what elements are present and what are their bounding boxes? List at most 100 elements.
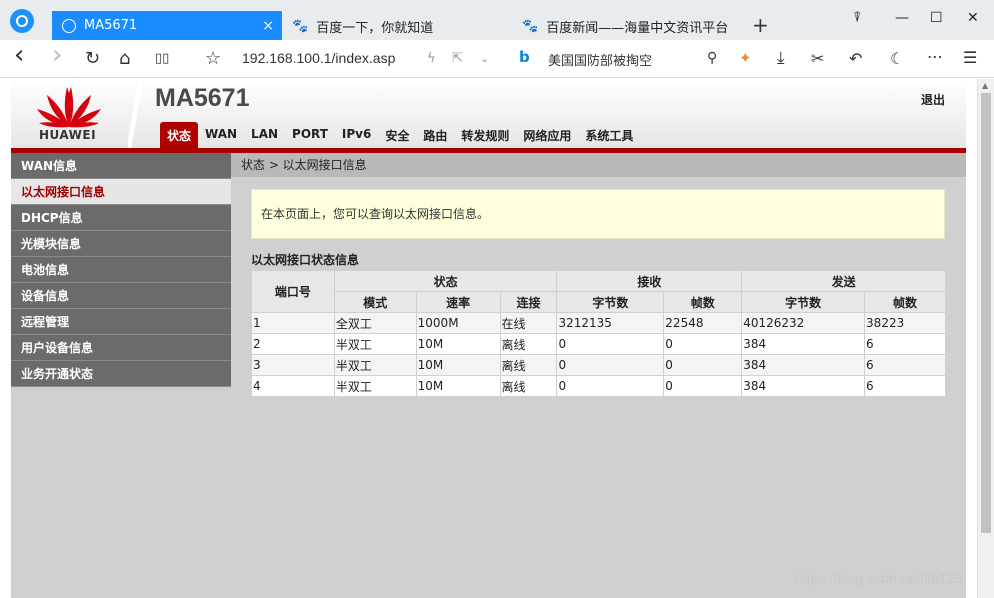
nav-security[interactable]: 安全	[378, 122, 416, 148]
search-hot-word[interactable]: 美国国防部被掏空	[548, 50, 652, 69]
chevron-down-icon[interactable]: ⌄	[480, 52, 489, 65]
cell-link: 在线	[499, 312, 558, 334]
info-notice: 在本页面上，您可以查询以太网接口信息。	[251, 189, 945, 239]
nav-status[interactable]: 状态	[160, 122, 199, 148]
cell-mode: 半双工	[333, 333, 417, 355]
more-icon[interactable]: ⋯	[927, 47, 943, 66]
tab-baidu[interactable]: 🐾 百度一下，你就知道	[292, 12, 433, 40]
tab-label: 百度新闻——海量中文资讯平台	[546, 20, 729, 36]
close-window-button[interactable]: ✕	[967, 10, 979, 26]
device-model: MA5671	[155, 84, 250, 112]
back-icon[interactable]: ‹	[14, 40, 24, 70]
cell-tx-bytes: 384	[741, 354, 866, 376]
cell-mode: 半双工	[333, 375, 417, 397]
baidu-paw-icon: 🐾	[292, 18, 309, 34]
sidebar-item-ethernet-info[interactable]: 以太网接口信息	[11, 179, 231, 205]
table-subheader-row: 模式 速率 连接 字节数 帧数 字节数 帧数	[252, 291, 946, 313]
cell-mode: 全双工	[333, 312, 417, 334]
sidebar-item-device-info[interactable]: 设备信息	[11, 283, 231, 309]
cell-rx-frames: 0	[663, 375, 743, 397]
game-icon[interactable]: ✦	[739, 49, 752, 67]
table-row: 4 半双工 10M 离线 0 0 384 6	[251, 375, 946, 397]
cell-port: 4	[251, 375, 335, 397]
nav-ipv6[interactable]: IPv6	[335, 122, 378, 148]
bing-icon[interactable]: b	[519, 48, 530, 66]
brand-name: HUAWEI	[39, 128, 97, 142]
tab-ma5671[interactable]: MA5671 ×	[52, 11, 282, 40]
cell-link: 离线	[499, 354, 558, 376]
cell-rx-frames: 22548	[663, 312, 743, 334]
maximize-button[interactable]: ☐	[930, 10, 943, 26]
scrollbar-thumb[interactable]	[981, 93, 991, 533]
huawei-petals-icon	[37, 87, 101, 128]
pin-icon[interactable]: ⍒	[853, 10, 861, 26]
table-row: 3 半双工 10M 离线 0 0 384 6	[251, 354, 946, 376]
star-icon[interactable]: ☆	[205, 48, 221, 69]
cell-tx-frames: 6	[864, 375, 946, 397]
cell-link: 离线	[499, 333, 558, 355]
minimize-button[interactable]: —	[895, 10, 909, 26]
sidebar-item-optical-module[interactable]: 光模块信息	[11, 231, 231, 257]
close-tab-icon[interactable]: ×	[262, 18, 274, 34]
huawei-logo: HUAWEI	[11, 79, 121, 148]
cell-link: 离线	[499, 375, 558, 397]
col-rx-bytes: 字节数	[556, 291, 665, 313]
reader-icon[interactable]: ▯▯	[155, 51, 169, 66]
share-icon[interactable]: ⇱	[452, 51, 463, 66]
ethernet-status-table: 端口号 状态 接收 发送 模式 速率 连接 字节数 帧数 字节数 帧数 1 全双…	[251, 270, 946, 397]
browser-logo-icon	[10, 9, 34, 33]
cell-mode: 半双工	[333, 354, 417, 376]
search-icon[interactable]: ⚲	[707, 50, 717, 66]
cell-tx-frames: 6	[864, 354, 946, 376]
page-scrollbar[interactable]: ▲	[977, 79, 994, 598]
sidebar-item-battery-info[interactable]: 电池信息	[11, 257, 231, 283]
scissors-icon[interactable]: ✂	[811, 49, 824, 68]
header-divider	[128, 79, 142, 148]
address-bar: ‹ › ↻ ⌂ ▯▯ ☆ 192.168.100.1/index.asp ϟ ⇱…	[0, 40, 994, 78]
sidebar-item-user-devices[interactable]: 用户设备信息	[11, 335, 231, 361]
cell-rx-frames: 0	[663, 354, 743, 376]
scroll-up-icon[interactable]: ▲	[982, 81, 988, 90]
new-tab-button[interactable]: +	[752, 13, 769, 37]
lightning-icon[interactable]: ϟ	[427, 51, 436, 66]
col-tx-bytes: 字节数	[741, 291, 866, 313]
nav-route[interactable]: 路由	[416, 122, 454, 148]
nav-forward-rules[interactable]: 转发规则	[454, 122, 516, 148]
nav-lan[interactable]: LAN	[244, 122, 285, 148]
moon-icon[interactable]: ☾	[890, 49, 904, 68]
browser-tab-bar: MA5671 × 🐾 百度一下，你就知道 🐾 百度新闻——海量中文资讯平台 + …	[0, 0, 994, 40]
download-icon[interactable]: ⤓	[777, 48, 785, 68]
cell-port: 3	[251, 354, 335, 376]
nav-wan[interactable]: WAN	[198, 122, 244, 148]
col-rx-frames: 帧数	[663, 291, 743, 313]
col-group-send: 发送	[741, 270, 946, 292]
forward-icon[interactable]: ›	[52, 40, 62, 70]
home-icon[interactable]: ⌂	[119, 48, 130, 69]
globe-icon	[62, 18, 76, 33]
baidu-paw-icon: 🐾	[522, 18, 539, 34]
cell-speed: 10M	[415, 354, 501, 376]
sidebar-item-wan-info[interactable]: WAN信息	[11, 153, 231, 179]
logout-link[interactable]: 退出	[921, 91, 945, 108]
col-speed: 速率	[415, 291, 501, 313]
undo-icon[interactable]: ↶	[849, 49, 862, 68]
nav-network-apps[interactable]: 网络应用	[516, 122, 578, 148]
nav-system-tools[interactable]: 系统工具	[578, 122, 640, 148]
sidebar-item-dhcp-info[interactable]: DHCP信息	[11, 205, 231, 231]
url-field[interactable]: 192.168.100.1/index.asp	[242, 50, 395, 66]
sidebar-item-service-status[interactable]: 业务开通状态	[11, 361, 231, 387]
main-content: 状态 > 以太网接口信息 在本页面上，您可以查询以太网接口信息。 以太网接口状态…	[231, 153, 966, 598]
watermark: https://blog.csdn.net/lfa123	[795, 570, 963, 586]
reload-icon[interactable]: ↻	[85, 48, 100, 69]
col-port: 端口号	[251, 270, 335, 313]
menu-icon[interactable]: ☰	[963, 48, 977, 67]
col-group-status: 状态	[333, 270, 558, 292]
table-row: 2 半双工 10M 离线 0 0 384 6	[251, 333, 946, 355]
cell-speed: 10M	[415, 333, 501, 355]
col-mode: 模式	[333, 291, 417, 313]
sidebar-item-remote-management[interactable]: 远程管理	[11, 309, 231, 335]
sidebar: WAN信息 以太网接口信息 DHCP信息 光模块信息 电池信息 设备信息 远程管…	[11, 153, 231, 598]
cell-speed: 1000M	[415, 312, 501, 334]
nav-port[interactable]: PORT	[285, 122, 335, 148]
tab-baidu-news[interactable]: 🐾 百度新闻——海量中文资讯平台	[522, 12, 728, 40]
